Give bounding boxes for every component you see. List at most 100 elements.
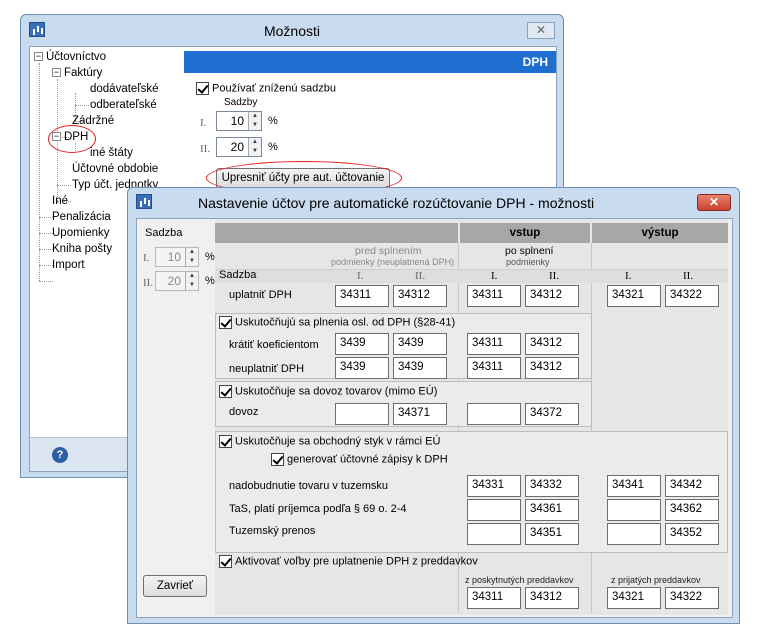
collapse-icon[interactable]: − (34, 52, 43, 62)
vystup-header: výstup (592, 223, 728, 243)
left-rate1-percent: % (205, 251, 215, 263)
neuplatnit-pred-II-field[interactable]: 3439 (393, 357, 447, 379)
tas-vstup-II-field[interactable]: 34361 (525, 499, 579, 521)
dialog-title: Nastavenie účtov pre automatické rozúčto… (198, 195, 595, 211)
kratit-vstup-I-field[interactable]: 34311 (467, 333, 521, 355)
checkbox-checked-icon[interactable] (219, 385, 232, 398)
tuzemsky-vystup-II-field[interactable]: 34352 (665, 523, 719, 545)
spin-down-icon: ▼ (189, 282, 195, 288)
tuzemsky-label: Tuzemský prenos (229, 525, 316, 537)
sadzba-column-header: Sadzba (219, 269, 257, 281)
neuplatnit-vstup-II-field[interactable]: 34312 (525, 357, 579, 379)
spin-down-icon[interactable]: ▼ (249, 121, 261, 130)
uplatnit-vystup-II-field[interactable]: 34322 (665, 285, 719, 307)
uplatnit-vstup-I-field[interactable]: 34311 (467, 285, 521, 307)
tuzemsky-vstup-II-field[interactable]: 34351 (525, 523, 579, 545)
kratit-pred-I-field[interactable]: 3439 (335, 333, 389, 355)
tas-vystup-I-field[interactable] (607, 499, 661, 521)
advances-vstup-I-field[interactable]: 34311 (467, 587, 521, 609)
advances-vystup-I-field[interactable]: 34321 (607, 587, 661, 609)
left-rate1-label: I. (143, 252, 150, 264)
tree-item-ine[interactable]: Iné (52, 195, 68, 207)
neuplatnit-vstup-I-field[interactable]: 34311 (467, 357, 521, 379)
highlight-ring-dph (48, 125, 96, 153)
collapse-icon[interactable]: − (52, 68, 61, 78)
reduced-rate-checkbox[interactable]: Používať zníženú sadzbu (196, 82, 336, 95)
dovoz-vstup-I-field[interactable] (467, 403, 521, 425)
pred-splnenim-label: pred splnením (355, 245, 422, 257)
uplatnit-dph-label: uplatniť DPH (229, 289, 292, 301)
rate2-percent: % (268, 141, 278, 153)
dph-panel-header: DPH (184, 51, 556, 73)
options-close-button[interactable]: ✕ (527, 22, 555, 39)
col-pred-I: I. (357, 270, 364, 282)
tree-item-uctovne-obdobie[interactable]: Účtovné obdobie (72, 163, 158, 175)
tree-item-odberatelske[interactable]: odberateľské (90, 99, 157, 111)
po-splneni-sub: podmienky (506, 257, 550, 267)
sadzby-label: Sadzby (224, 97, 258, 108)
neuplatnit-pred-I-field[interactable]: 3439 (335, 357, 389, 379)
rate1-stepper[interactable]: 10 ▲ ▼ (216, 111, 262, 131)
rate1-percent: % (268, 115, 278, 127)
help-icon[interactable]: ? (52, 447, 68, 463)
rate2-stepper[interactable]: 20 ▲ ▼ (216, 137, 262, 157)
generate-entries-checkbox[interactable]: generovať účtovné zápisy k DPH (271, 453, 448, 466)
tas-vstup-I-field[interactable] (467, 499, 521, 521)
dialog-close-button[interactable]: ✕ (697, 194, 731, 211)
advances-vystup-II-field[interactable]: 34322 (665, 587, 719, 609)
dovoz-vstup-II-field[interactable]: 34372 (525, 403, 579, 425)
import-checkbox[interactable]: Uskutočňuje sa dovoz tovarov (mimo EÚ) (219, 385, 437, 398)
advances-checkbox[interactable]: Aktivovať voľby pre uplatnenie DPH z pre… (219, 555, 478, 568)
advances-vstup-II-field[interactable]: 34312 (525, 587, 579, 609)
dovoz-pred-I-field[interactable] (335, 403, 389, 425)
col-vystup-I: I. (625, 270, 632, 282)
dovoz-label: dovoz (229, 406, 259, 418)
nadobudnutie-vstup-I-field[interactable]: 34331 (467, 475, 521, 497)
checkbox-checked-icon[interactable] (219, 435, 232, 448)
col-vystup-II: II. (683, 270, 694, 282)
checkbox-checked-icon[interactable] (219, 316, 232, 329)
tas-label: TaS, platí príjemca podľa § 69 o. 2-4 (229, 503, 407, 515)
vstup-header: vstup (460, 223, 590, 243)
tree-item-penalizacia[interactable]: Penalizácia (52, 211, 111, 223)
app-chart-icon (136, 194, 152, 209)
spin-up-icon: ▲ (189, 273, 195, 279)
uplatnit-pred-II-field[interactable]: 34312 (393, 285, 447, 307)
tree-item-dodavatelske[interactable]: dodávateľské (90, 83, 159, 95)
options-title: Možnosti (263, 23, 321, 39)
nadobudnutie-vstup-II-field[interactable]: 34332 (525, 475, 579, 497)
checkbox-checked-icon[interactable] (196, 82, 209, 95)
tuzemsky-vystup-I-field[interactable] (607, 523, 661, 545)
uplatnit-vstup-II-field[interactable]: 34312 (525, 285, 579, 307)
dovoz-pred-II-field[interactable]: 34371 (393, 403, 447, 425)
uplatnit-vystup-I-field[interactable]: 34321 (607, 285, 661, 307)
nadobudnutie-vystup-I-field[interactable]: 34341 (607, 475, 661, 497)
kratit-vstup-II-field[interactable]: 34312 (525, 333, 579, 355)
tree-item-ine-staty[interactable]: iné štáty (90, 147, 133, 159)
spin-up-icon[interactable]: ▲ (249, 138, 261, 147)
checkbox-checked-icon[interactable] (271, 453, 284, 466)
eu-trade-checkbox[interactable]: Uskutočňuje sa obchodný styk v rámci EÚ (219, 435, 440, 448)
tree-item-faktury[interactable]: − Faktúry (52, 67, 102, 79)
neuplatnit-label: neuplatniť DPH (229, 363, 305, 375)
spin-up-icon[interactable]: ▲ (249, 112, 261, 121)
left-rate1-stepper: 10 ▲ ▼ (155, 247, 199, 267)
accounts-grid: vstup výstup pred splnením podmienky (ne… (215, 219, 728, 615)
tree-item-kniha-posty[interactable]: Kniha pošty (52, 243, 112, 255)
tree-item-import[interactable]: Import (52, 259, 85, 271)
left-rate2-percent: % (205, 275, 215, 287)
options-titlebar: Možnosti ✕ (21, 15, 563, 45)
tree-item-uctovnictvo[interactable]: − Účtovníctvo (34, 51, 106, 63)
kratit-label: krátiť koeficientom (229, 339, 319, 351)
spin-down-icon[interactable]: ▼ (249, 147, 261, 156)
nadobudnutie-vystup-II-field[interactable]: 34342 (665, 475, 719, 497)
close-button[interactable]: Zavrieť (143, 575, 207, 597)
kratit-pred-II-field[interactable]: 3439 (393, 333, 447, 355)
exempt-supplies-checkbox[interactable]: Uskutočňujú sa plnenia osl. od DPH (§28-… (219, 316, 455, 329)
tas-vystup-II-field[interactable]: 34362 (665, 499, 719, 521)
tuzemsky-vstup-I-field[interactable] (467, 523, 521, 545)
z-poskytnutych-label: z poskytnutých preddavkov (465, 575, 574, 585)
tree-item-upomienky[interactable]: Upomienky (52, 227, 110, 239)
checkbox-checked-icon[interactable] (219, 555, 232, 568)
uplatnit-pred-I-field[interactable]: 34311 (335, 285, 389, 307)
